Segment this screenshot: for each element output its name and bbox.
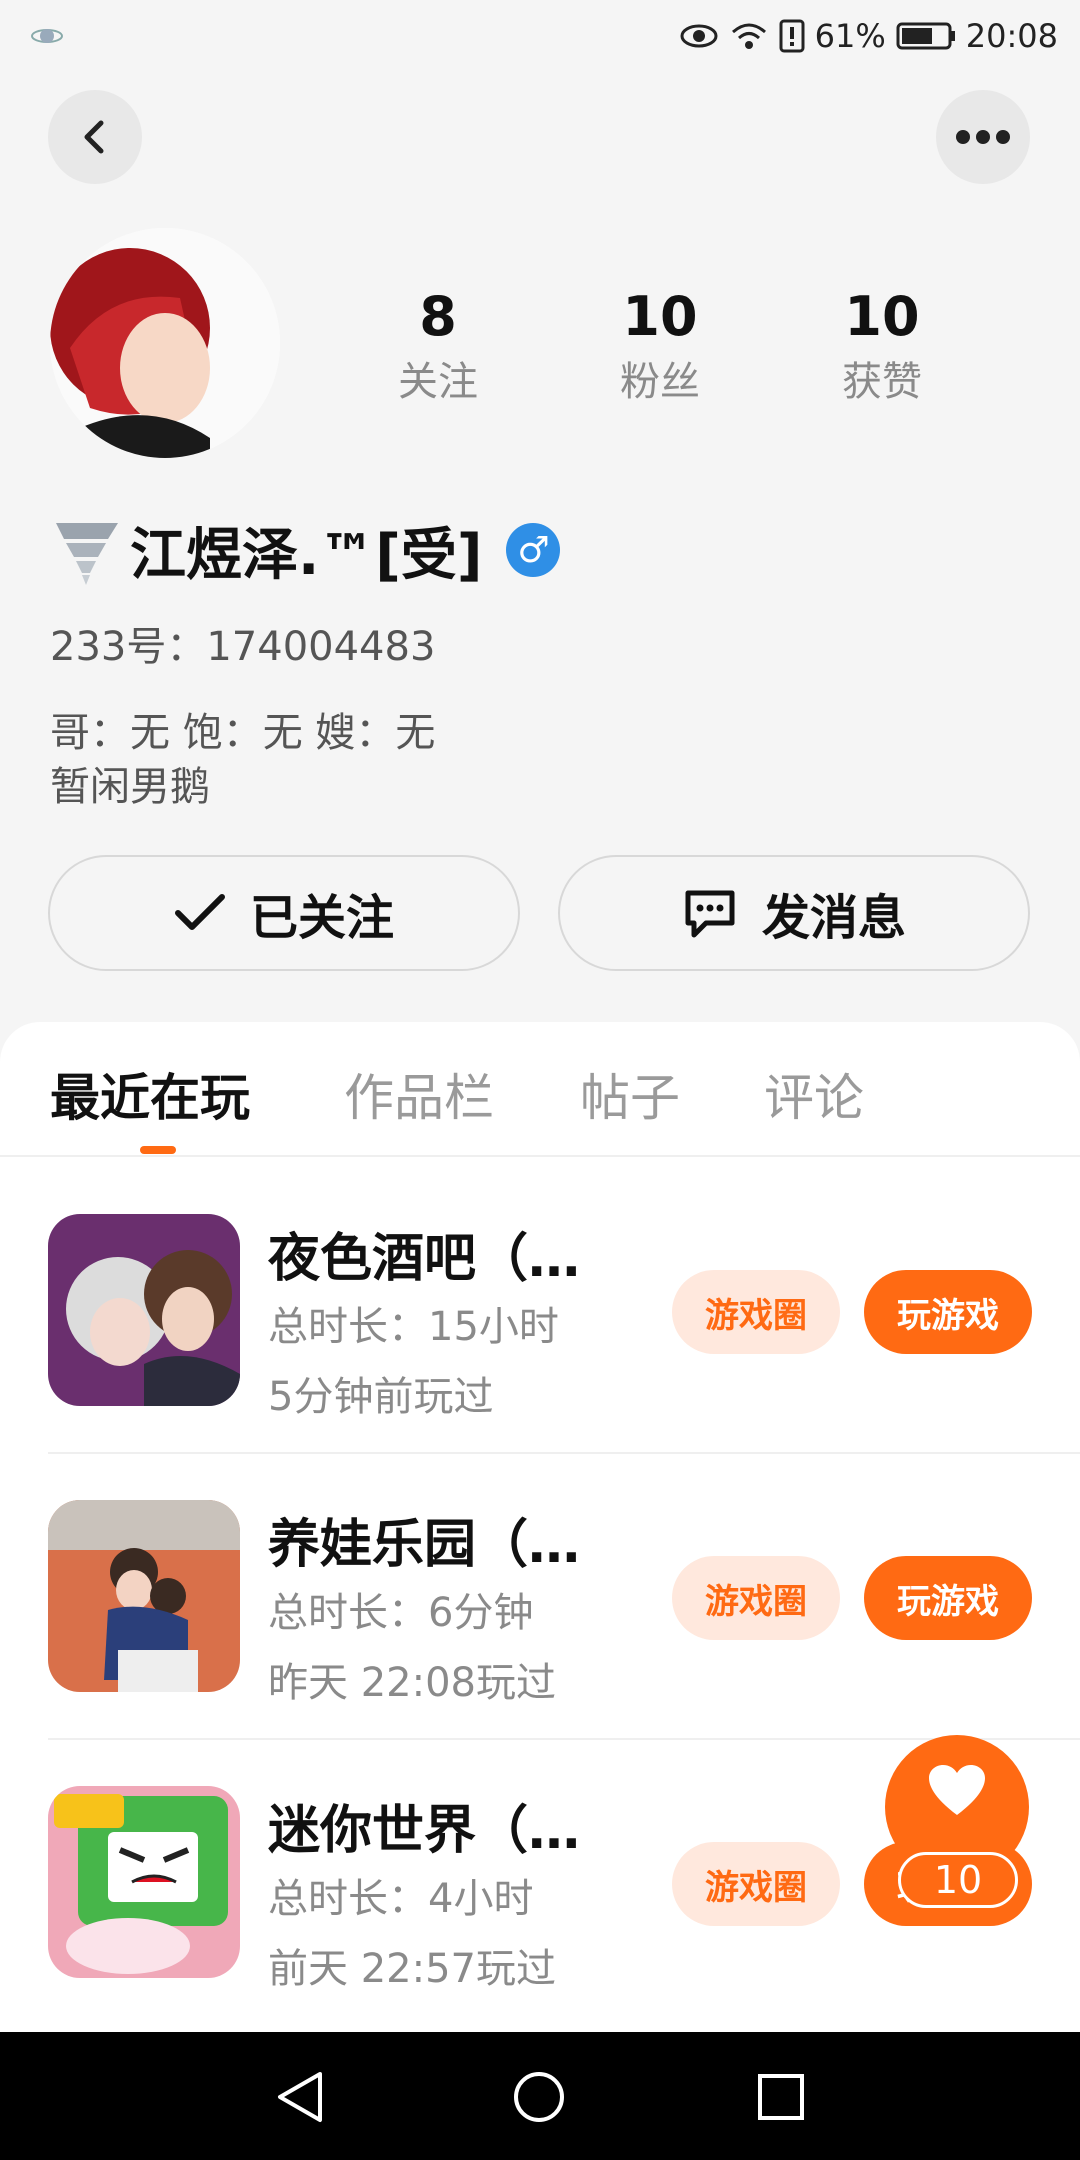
- stat-likes-count: 10: [844, 285, 920, 348]
- tabs-divider: [0, 1155, 1080, 1157]
- play-game-button[interactable]: 玩游戏: [864, 1270, 1032, 1354]
- game-icon-babypark-art: [48, 1500, 240, 1692]
- nav-back-icon[interactable]: [274, 2070, 326, 2124]
- more-dots-icon: [956, 130, 1010, 144]
- game-duration: 总时长：6分钟: [268, 1590, 534, 1636]
- like-count: 10: [898, 1852, 1018, 1908]
- game-circle-button[interactable]: 游戏圈: [672, 1556, 840, 1640]
- stat-following[interactable]: 8 关注: [338, 282, 538, 412]
- planet-icon: [31, 29, 63, 43]
- avatar-illustration: [50, 228, 280, 458]
- play-game-button[interactable]: 玩游戏: [864, 1556, 1032, 1640]
- battery-icon: [896, 22, 955, 50]
- row-divider: [48, 1738, 1080, 1740]
- tab-works[interactable]: 作品栏: [344, 1058, 494, 1130]
- message-button-label: 发消息: [761, 890, 906, 946]
- stat-likes-label: 获赞: [842, 359, 922, 405]
- tornado-icon: [56, 523, 118, 585]
- heart-icon: [929, 1765, 985, 1815]
- user-id: 233号：174004483: [50, 624, 436, 670]
- chevron-left-icon: [84, 120, 104, 154]
- game-icon-miniworld[interactable]: [48, 1786, 240, 1978]
- check-icon: [174, 894, 225, 930]
- game-title[interactable]: 夜色酒吧（…: [268, 1216, 580, 1291]
- profile-name: 江煜泽.™[受]: [130, 522, 483, 588]
- avatar[interactable]: [50, 228, 280, 458]
- nav-recents-icon[interactable]: [756, 2072, 806, 2122]
- wifi-icon: [731, 23, 766, 49]
- game-last-played: 昨天 22:08玩过: [268, 1660, 556, 1706]
- tab-recent-played[interactable]: 最近在玩: [50, 1058, 250, 1130]
- stat-fans[interactable]: 10 粉丝: [560, 282, 760, 412]
- message-button[interactable]: 发消息: [558, 855, 1030, 971]
- row-divider: [48, 1452, 1080, 1454]
- status-bar: 61% 20:08: [0, 0, 1080, 72]
- sim-alert-icon: [779, 19, 805, 53]
- system-nav-bar: [0, 2032, 1080, 2160]
- nav-home-icon[interactable]: [512, 2070, 566, 2124]
- follow-button[interactable]: 已关注: [48, 855, 520, 971]
- game-title[interactable]: 养娃乐园（…: [268, 1502, 580, 1577]
- stat-likes[interactable]: 10 获赞: [782, 282, 982, 412]
- game-circle-button[interactable]: 游戏圈: [672, 1270, 840, 1354]
- clock: 20:08: [965, 17, 1058, 55]
- game-icon-miniworld-art: [48, 1786, 240, 1978]
- stat-following-count: 8: [419, 285, 457, 348]
- status-right: 61% 20:08: [679, 14, 1058, 58]
- game-icon-nightbar-art: [48, 1214, 240, 1406]
- game-duration: 总时长：4小时: [268, 1876, 534, 1922]
- more-button[interactable]: [936, 90, 1030, 184]
- stat-fans-count: 10: [622, 285, 698, 348]
- bio-line-1: 哥：无 饱：无 嫂：无: [50, 710, 436, 756]
- tab-comments[interactable]: 评论: [764, 1058, 864, 1130]
- tab-posts[interactable]: 帖子: [580, 1058, 680, 1130]
- profile-name-row: 江煜泽.™[受] ♂: [50, 510, 561, 590]
- stat-following-label: 关注: [398, 359, 478, 405]
- battery-percent: 61%: [814, 17, 886, 55]
- game-icon-nightbar[interactable]: [48, 1214, 240, 1406]
- game-last-played: 前天 22:57玩过: [268, 1946, 556, 1992]
- back-button[interactable]: [48, 90, 142, 184]
- stat-fans-label: 粉丝: [620, 359, 700, 405]
- tab-active-indicator: [140, 1146, 176, 1154]
- game-duration: 总时长：15小时: [268, 1304, 559, 1350]
- game-circle-button[interactable]: 游戏圈: [672, 1842, 840, 1926]
- game-last-played: 5分钟前玩过: [268, 1374, 494, 1420]
- eye-icon: [680, 24, 718, 48]
- game-title[interactable]: 迷你世界（…: [268, 1788, 580, 1863]
- male-icon: ♂: [506, 523, 561, 577]
- bio-line-2: 暂闲男鹅: [50, 764, 210, 810]
- game-icon-babypark[interactable]: [48, 1500, 240, 1692]
- chat-bubble-icon: [685, 890, 735, 938]
- follow-button-label: 已关注: [249, 890, 394, 946]
